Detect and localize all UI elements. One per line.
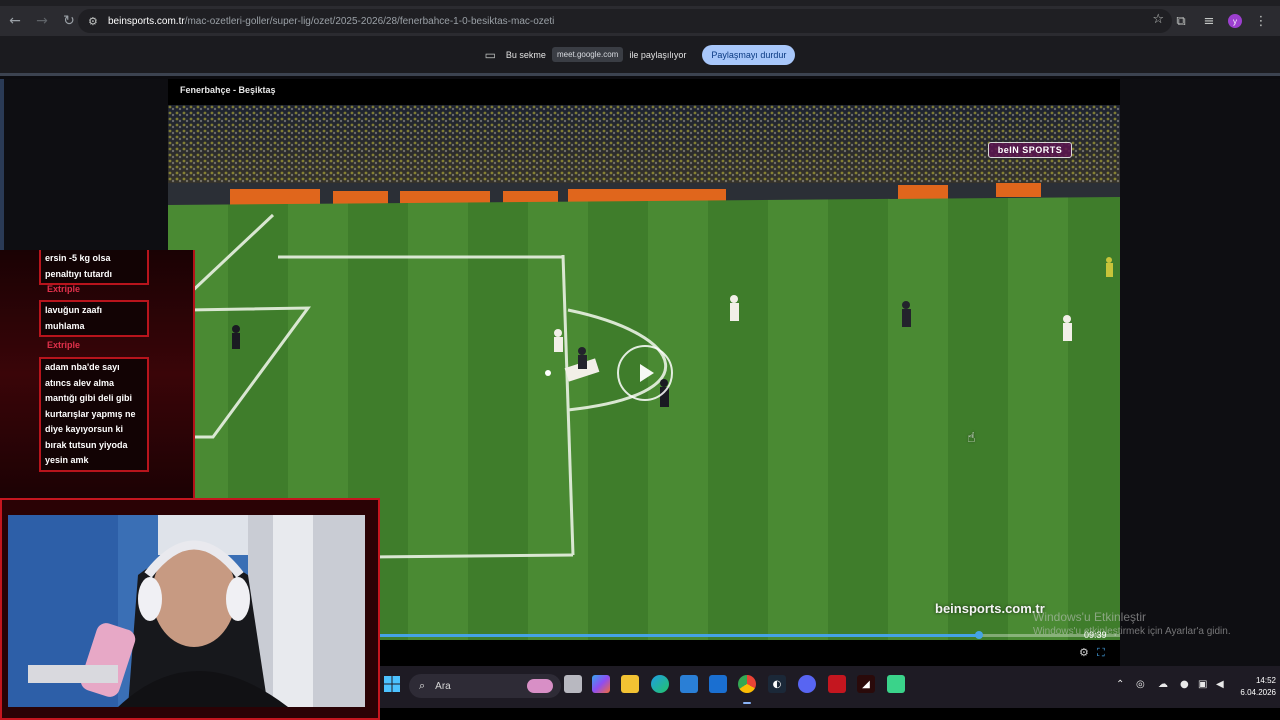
url-path: /mac-ozetleri-goller/super-lig/ozet/2025…	[184, 15, 555, 27]
taskbar-time[interactable]: 14:52	[1252, 676, 1276, 685]
chat-username: Extriple	[47, 340, 81, 350]
video-time: 09:39	[1084, 630, 1107, 640]
address-bar[interactable]: ⚙ beinsports.com.tr/mac-ozetleri-goller/…	[78, 9, 1172, 33]
url-host: beinsports.com.tr	[108, 15, 185, 27]
video-title-bar: Fenerbahçe - Beşiktaş	[168, 79, 1120, 105]
streamer-webcam-image	[8, 515, 365, 707]
search-highlight-icon	[527, 679, 553, 693]
windows-logo-icon	[384, 676, 400, 692]
stream-chat-panel: ersin -5 kg olsa penaltıyı tutardı Extri…	[0, 250, 195, 498]
taskbar-date[interactable]: 6.04.2026	[1238, 688, 1276, 697]
browser-toolbar: ← → ↻ ⚙ beinsports.com.tr/mac-ozetleri-g…	[0, 6, 1280, 36]
tray-chevron-up-icon[interactable]: ⌃	[1116, 679, 1124, 690]
taskbar-search[interactable]: ⌕ Ara	[409, 674, 561, 698]
menu-icon[interactable]: ⋮	[1252, 14, 1270, 29]
discord-icon[interactable]	[798, 675, 816, 693]
chat-message: adam nba'de sayı atıncs alev alma mantığ…	[39, 357, 149, 472]
fullscreen-icon[interactable]: ⛶	[1097, 646, 1105, 660]
start-button[interactable]	[383, 675, 401, 693]
microsoft-store-icon[interactable]	[680, 675, 698, 693]
screen-share-icon: ▭	[484, 47, 496, 62]
search-placeholder: Ara	[435, 680, 451, 692]
address-url[interactable]: beinsports.com.tr/mac-ozetleri-goller/su…	[108, 16, 554, 27]
tray-app-icon[interactable]: ◎	[1136, 679, 1145, 690]
stop-sharing-button[interactable]: Paylaşmayı durdur	[702, 44, 796, 65]
forward-button[interactable]: →	[30, 9, 54, 33]
chat-app-icon[interactable]	[887, 675, 905, 693]
toolbar-right: ⧉ ≡ y ⋮	[1172, 6, 1280, 36]
progress-fill	[380, 634, 980, 637]
share-prefix: Bu sekme	[505, 49, 546, 60]
back-button[interactable]: ←	[3, 9, 27, 33]
search-icon: ⌕	[419, 679, 426, 692]
photos-app-icon[interactable]	[709, 675, 727, 693]
tab-sharing-bar: ▭ Bu sekme meet.google.com ile paylaşılı…	[0, 36, 1280, 76]
bookmark-star-icon[interactable]: ☆	[1152, 12, 1164, 27]
site-info-icon[interactable]: ⚙	[88, 15, 104, 28]
windows-taskbar: ⌕ Ara ◐ ◢ ⌃ ◎ ☁ ● ▣ ◀ 14:52 6.04.2026	[380, 666, 1280, 708]
channel-logo: beIN SPORTS	[988, 142, 1072, 158]
edge-browser-icon[interactable]	[651, 675, 669, 693]
shield-app-icon[interactable]	[828, 675, 846, 693]
video-progress-bar[interactable]	[380, 631, 1120, 639]
mouse-cursor-icon: ☝	[967, 430, 976, 446]
chat-message: lavuğun zaafı muhlama	[39, 300, 149, 337]
volume-icon[interactable]: ◀	[1216, 679, 1224, 690]
share-target: meet.google.com	[551, 47, 624, 62]
share-suffix: ile paylaşılıyor	[629, 49, 687, 60]
game-launcher-icon[interactable]: ◢	[857, 675, 875, 693]
webcam-feed	[8, 515, 365, 707]
network-icon[interactable]: ▣	[1198, 679, 1207, 690]
play-icon	[640, 364, 654, 382]
settings-gear-icon[interactable]: ⚙	[1079, 646, 1089, 659]
profile-avatar[interactable]: y	[1228, 14, 1242, 28]
chat-username: Extriple	[47, 284, 81, 294]
play-button[interactable]	[617, 345, 673, 401]
windows-activation-title: Windows'u Etkinleştir	[1033, 610, 1146, 624]
copilot-icon[interactable]	[592, 675, 610, 693]
extensions-icon[interactable]: ⧉	[1172, 14, 1190, 29]
microphone-icon[interactable]: ●	[1180, 679, 1189, 690]
chat-message: ersin -5 kg olsa penaltıyı tutardı	[39, 250, 149, 285]
task-view-icon[interactable]	[564, 675, 582, 693]
onedrive-icon[interactable]: ☁	[1158, 679, 1168, 690]
site-watermark: beinsports.com.tr	[935, 601, 1045, 616]
file-explorer-icon[interactable]	[621, 675, 639, 693]
chrome-icon[interactable]	[738, 675, 756, 693]
media-controls-icon[interactable]: ≡	[1200, 14, 1218, 29]
video-title: Fenerbahçe - Beşiktaş	[180, 85, 276, 95]
chrome-active-indicator	[743, 702, 751, 704]
screen-bottom-strip	[380, 708, 1280, 720]
steam-icon[interactable]: ◐	[768, 675, 786, 693]
